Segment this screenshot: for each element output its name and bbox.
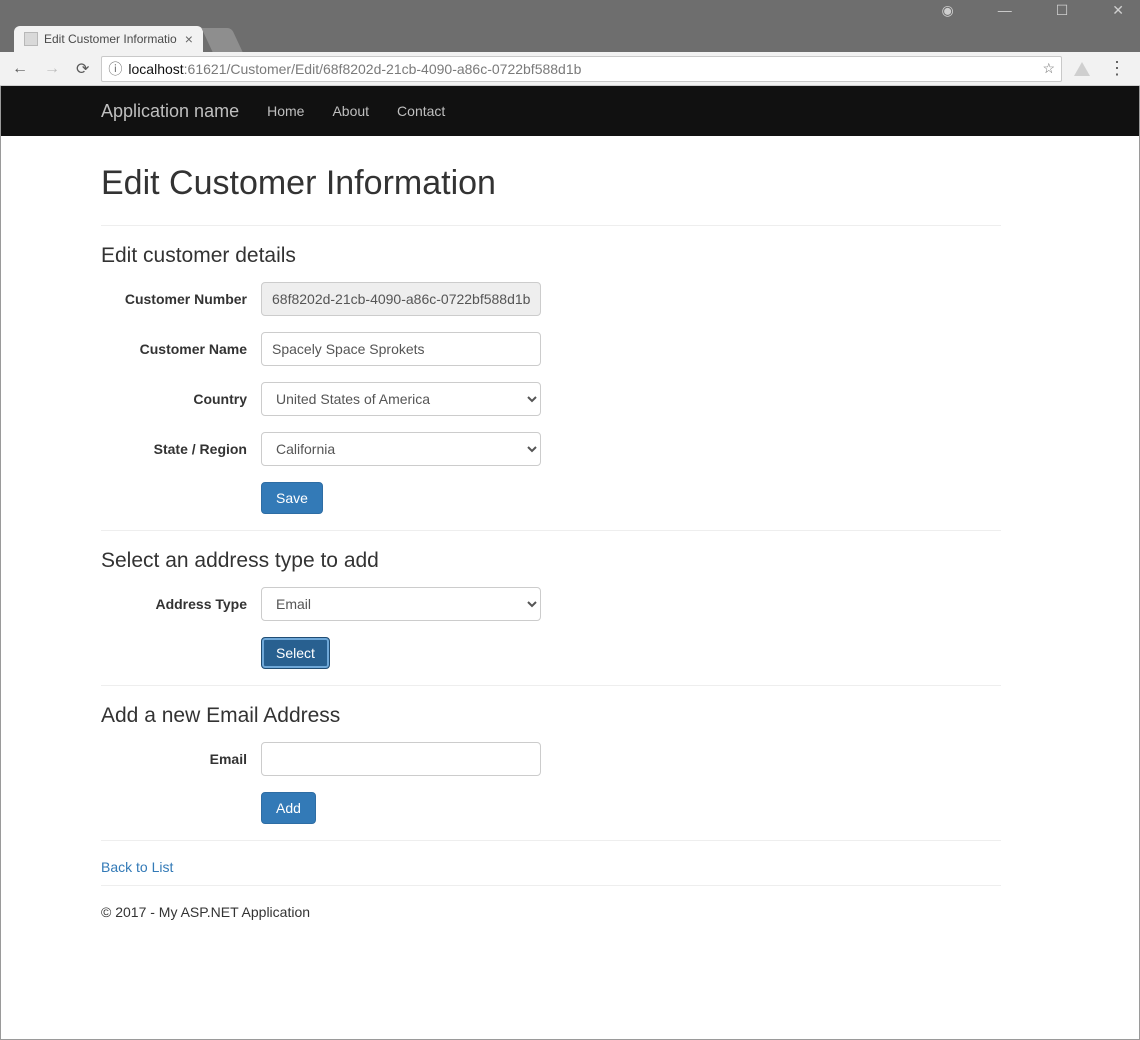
label-customer-name: Customer Name xyxy=(101,341,261,357)
browser-menu-button[interactable]: ⋮ xyxy=(1102,58,1132,79)
nav-link-about[interactable]: About xyxy=(332,103,369,119)
section-heading-email: Add a new Email Address xyxy=(101,704,1001,728)
window-close-button[interactable]: ✕ xyxy=(1102,0,1134,21)
tab-title: Edit Customer Informatio xyxy=(44,32,177,46)
url-port: :61621 xyxy=(184,61,227,77)
nav-forward-button: → xyxy=(40,58,64,80)
save-button[interactable]: Save xyxy=(261,482,323,514)
window-minimize-button[interactable]: — xyxy=(988,0,1022,20)
page-title: Edit Customer Information xyxy=(101,164,1001,203)
bookmark-star-icon[interactable]: ☆ xyxy=(1042,60,1055,77)
section-heading-address-type: Select an address type to add xyxy=(101,549,1001,573)
site-info-icon[interactable]: ⓘ xyxy=(108,59,122,79)
window-title-bar: ◉ — ☐ ✕ xyxy=(0,0,1140,20)
label-address-type: Address Type xyxy=(101,596,261,612)
customer-name-input[interactable] xyxy=(261,332,541,366)
navbar-brand[interactable]: Application name xyxy=(101,101,239,122)
footer-copyright: © 2017 - My ASP.NET Application xyxy=(101,904,1001,920)
select-button[interactable]: Select xyxy=(261,637,330,669)
browser-tab[interactable]: Edit Customer Informatio × xyxy=(14,26,203,52)
label-email: Email xyxy=(101,751,261,767)
browser-tab-strip: Edit Customer Informatio × xyxy=(0,20,1140,52)
drive-extension-icon[interactable] xyxy=(1074,62,1090,76)
divider xyxy=(101,885,1001,886)
section-heading-details: Edit customer details xyxy=(101,244,1001,268)
email-input[interactable] xyxy=(261,742,541,776)
site-navbar: Application name Home About Contact xyxy=(1,86,1139,136)
window-maximize-button[interactable]: ☐ xyxy=(1046,0,1079,21)
region-select[interactable]: California xyxy=(261,432,541,466)
tab-close-icon[interactable]: × xyxy=(177,31,193,47)
label-region: State / Region xyxy=(101,441,261,457)
nav-link-home[interactable]: Home xyxy=(267,103,304,119)
label-customer-number: Customer Number xyxy=(101,291,261,307)
label-country: Country xyxy=(101,391,261,407)
nav-link-contact[interactable]: Contact xyxy=(397,103,445,119)
divider xyxy=(101,685,1001,686)
url-host: localhost xyxy=(128,61,183,77)
url-path: /Customer/Edit/68f8202d-21cb-4090-a86c-0… xyxy=(227,61,582,77)
divider xyxy=(101,840,1001,841)
tab-favicon-icon xyxy=(24,32,38,46)
nav-back-button[interactable]: ← xyxy=(8,58,32,80)
back-to-list-link[interactable]: Back to List xyxy=(101,859,173,875)
new-tab-button[interactable] xyxy=(201,28,242,52)
customer-number-input xyxy=(261,282,541,316)
nav-reload-button[interactable]: ⟳ xyxy=(72,57,93,81)
browser-toolbar: ← → ⟳ ⓘ localhost:61621/Customer/Edit/68… xyxy=(0,52,1140,86)
country-select[interactable]: United States of America xyxy=(261,382,541,416)
divider xyxy=(101,530,1001,531)
address-type-select[interactable]: Email xyxy=(261,587,541,621)
divider xyxy=(101,225,1001,226)
user-account-icon[interactable]: ◉ xyxy=(931,0,963,21)
address-bar[interactable]: ⓘ localhost:61621/Customer/Edit/68f8202d… xyxy=(101,56,1062,82)
add-button[interactable]: Add xyxy=(261,792,316,824)
